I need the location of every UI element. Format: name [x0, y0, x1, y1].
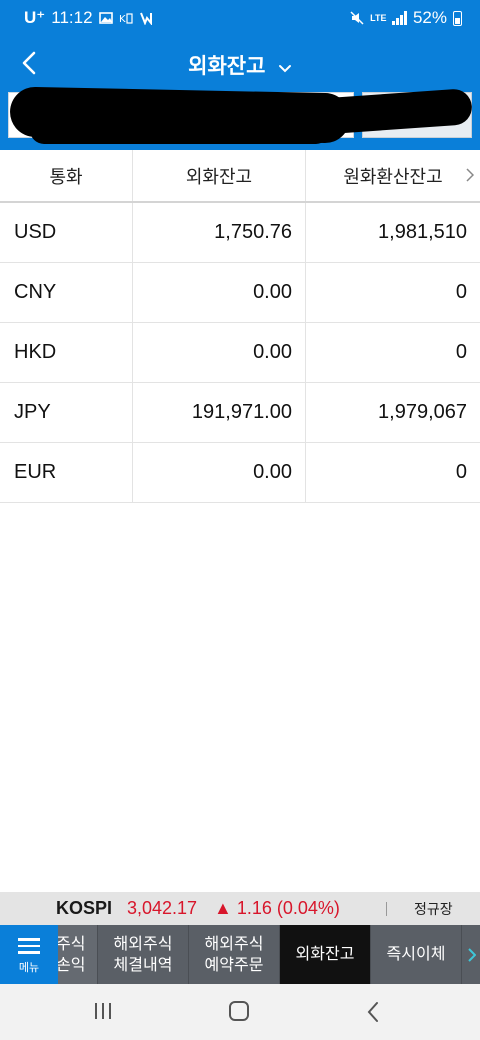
ticker-index-value: 3,042.17	[127, 898, 198, 918]
tab-label-line1: 주식	[58, 935, 86, 953]
home-button[interactable]	[229, 1001, 249, 1021]
cell-fx-balance: 0.00	[133, 263, 306, 322]
column-header-currency: 통화	[0, 150, 133, 201]
battery-percent: 52%	[412, 8, 447, 27]
gallery-icon	[98, 12, 113, 24]
mobile-data-icon: K	[119, 13, 133, 25]
tab-label-line1: 해외주식	[204, 935, 264, 953]
tab-label-line2: 예약주문	[204, 956, 264, 974]
bottom-tab-bar: 메뉴 주식 손익 해외주식 체결내역 해외주식 예약주문 외화잔고 즉시이체	[0, 925, 480, 984]
mute-icon	[350, 11, 364, 25]
index-ticker[interactable]: KOSPI 3,042.17 ▲ 1.16 (0.04%) 정규장	[0, 892, 480, 925]
clock: 11:12	[51, 8, 93, 27]
hamburger-menu-icon	[18, 934, 40, 958]
tab-label-line1: 해외주식	[113, 935, 173, 953]
column-header-krw-balance[interactable]: 원화환산잔고	[306, 150, 480, 201]
tab-fx-balance[interactable]: 외화잔고	[280, 925, 371, 984]
menu-label: 메뉴	[18, 961, 40, 974]
tab-overseas-executions[interactable]: 해외주식 체결내역	[98, 925, 189, 984]
chevron-right-icon	[467, 947, 476, 962]
carrier-label: U⁺	[24, 8, 46, 27]
tab-label-line2: 체결내역	[113, 956, 173, 974]
network-type-label: LTE	[370, 13, 387, 23]
signal-icon	[392, 11, 407, 25]
tab-overseas-reserved-orders[interactable]: 해외주식 예약주문	[189, 925, 280, 984]
cell-krw-balance: 0	[455, 461, 467, 483]
cell-krw-balance: 1,979,067	[378, 401, 467, 423]
cell-currency: HKD	[0, 323, 133, 382]
cell-currency: USD	[0, 203, 133, 262]
tab-scroll-next-button[interactable]	[462, 925, 480, 984]
cell-fx-balance: 0.00	[133, 323, 306, 382]
column-header-krw-label: 원화환산잔고	[343, 166, 443, 187]
cell-fx-balance: 0.00	[133, 443, 306, 502]
tab-label-line2: 손익	[58, 956, 86, 974]
chevron-right-icon	[466, 168, 474, 182]
svg-text:K: K	[119, 14, 126, 25]
column-header-fx-balance: 외화잔고	[133, 150, 306, 201]
page-title: 외화잔고	[188, 55, 266, 78]
ticker-session: 정규장	[414, 900, 453, 917]
cell-currency: JPY	[0, 383, 133, 442]
tab-label: 외화잔고	[295, 946, 355, 963]
app-notification-icon	[139, 12, 152, 25]
redaction-mark	[30, 116, 330, 144]
cell-krw-balance: 1,981,510	[378, 221, 467, 243]
ticker-index-name: KOSPI	[56, 898, 113, 918]
table-row[interactable]: HKD 0.00 0	[0, 323, 480, 383]
account-bar	[0, 86, 480, 150]
cell-fx-balance: 1,750.76	[133, 203, 306, 262]
battery-icon	[453, 10, 462, 26]
table-row[interactable]: USD 1,750.76 1,981,510	[0, 203, 480, 263]
cell-currency: EUR	[0, 443, 133, 502]
tab-label: 즉시이체	[386, 946, 446, 963]
menu-button[interactable]: 메뉴	[0, 925, 58, 984]
tab-instant-transfer[interactable]: 즉시이체	[371, 925, 462, 984]
tab-stock-pnl[interactable]: 주식 손익	[58, 925, 98, 984]
app-header: 외화잔고	[0, 38, 480, 88]
system-back-icon[interactable]	[366, 1001, 380, 1023]
table-row[interactable]: JPY 191,971.00 1,979,067	[0, 383, 480, 443]
status-bar: U⁺ 11:12 K LTE 52%	[0, 0, 480, 38]
table-header: 통화 외화잔고 원화환산잔고	[0, 150, 480, 203]
table-row[interactable]: EUR 0.00 0	[0, 443, 480, 503]
fx-balance-table: 통화 외화잔고 원화환산잔고 USD 1,750.76 1,981,510 CN…	[0, 150, 480, 503]
cell-currency: CNY	[0, 263, 133, 322]
cell-fx-balance: 191,971.00	[133, 383, 306, 442]
table-row[interactable]: CNY 0.00 0	[0, 263, 480, 323]
cell-krw-balance: 0	[455, 281, 467, 303]
ticker-divider	[386, 902, 387, 916]
ticker-index-change: ▲ 1.16 (0.04%)	[214, 898, 340, 918]
cell-krw-balance: 0	[455, 341, 467, 363]
screen-title-dropdown[interactable]: 외화잔고	[0, 50, 480, 80]
system-nav-bar	[0, 984, 480, 1040]
app-root: U⁺ 11:12 K LTE 52% 외화잔고 통화 외화잔고 원화환산잔고 U…	[0, 0, 480, 1040]
chevron-down-icon	[278, 64, 291, 73]
recent-apps-button[interactable]	[95, 1003, 111, 1019]
